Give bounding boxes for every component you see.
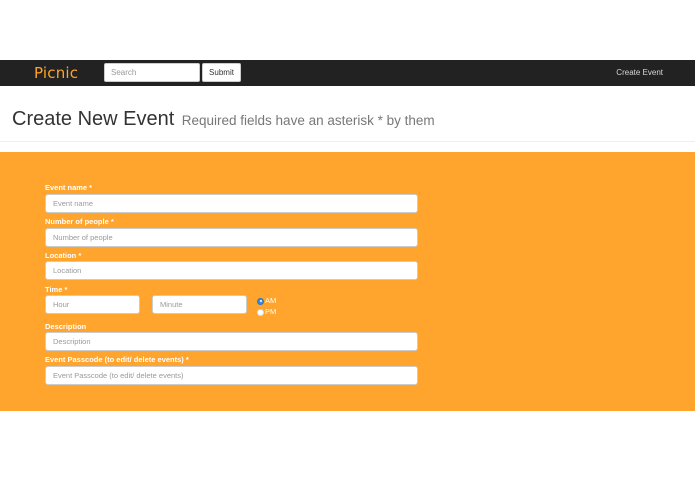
- num-people-input[interactable]: [45, 228, 418, 247]
- pm-radio[interactable]: [257, 308, 264, 316]
- brand-logo[interactable]: Picnic: [34, 62, 78, 84]
- search-input[interactable]: [104, 63, 200, 82]
- description-label: Description: [45, 322, 87, 331]
- event-name-input[interactable]: [45, 194, 418, 213]
- top-navbar: Picnic Submit Create Event: [0, 60, 695, 86]
- passcode-label: Event Passcode (to edit/ delete events) …: [45, 355, 189, 364]
- create-event-link[interactable]: Create Event: [616, 60, 663, 86]
- num-people-label: Number of people *: [45, 217, 114, 226]
- passcode-input[interactable]: [45, 366, 418, 385]
- am-label: AM: [265, 296, 277, 305]
- am-option[interactable]: AM: [257, 296, 276, 306]
- location-input[interactable]: [45, 261, 418, 280]
- pm-label: PM: [265, 307, 277, 316]
- event-name-label: Event name *: [45, 183, 93, 192]
- pm-option[interactable]: PM: [257, 307, 276, 317]
- minute-input[interactable]: [152, 295, 247, 314]
- location-label: Location *: [45, 251, 82, 260]
- page-title: Create New Event: [12, 108, 175, 130]
- page-subtitle: Required fields have an asterisk * by th…: [181, 113, 435, 128]
- am-radio[interactable]: [257, 297, 264, 305]
- header-divider: [0, 141, 695, 142]
- time-label: Time *: [45, 285, 68, 294]
- description-input[interactable]: [45, 332, 418, 351]
- page-header: Create New Event Required fields have an…: [12, 108, 695, 131]
- hour-input[interactable]: [45, 295, 140, 314]
- create-event-form: Event name * Number of people * Location…: [0, 152, 695, 411]
- search-submit-button[interactable]: Submit: [202, 63, 241, 82]
